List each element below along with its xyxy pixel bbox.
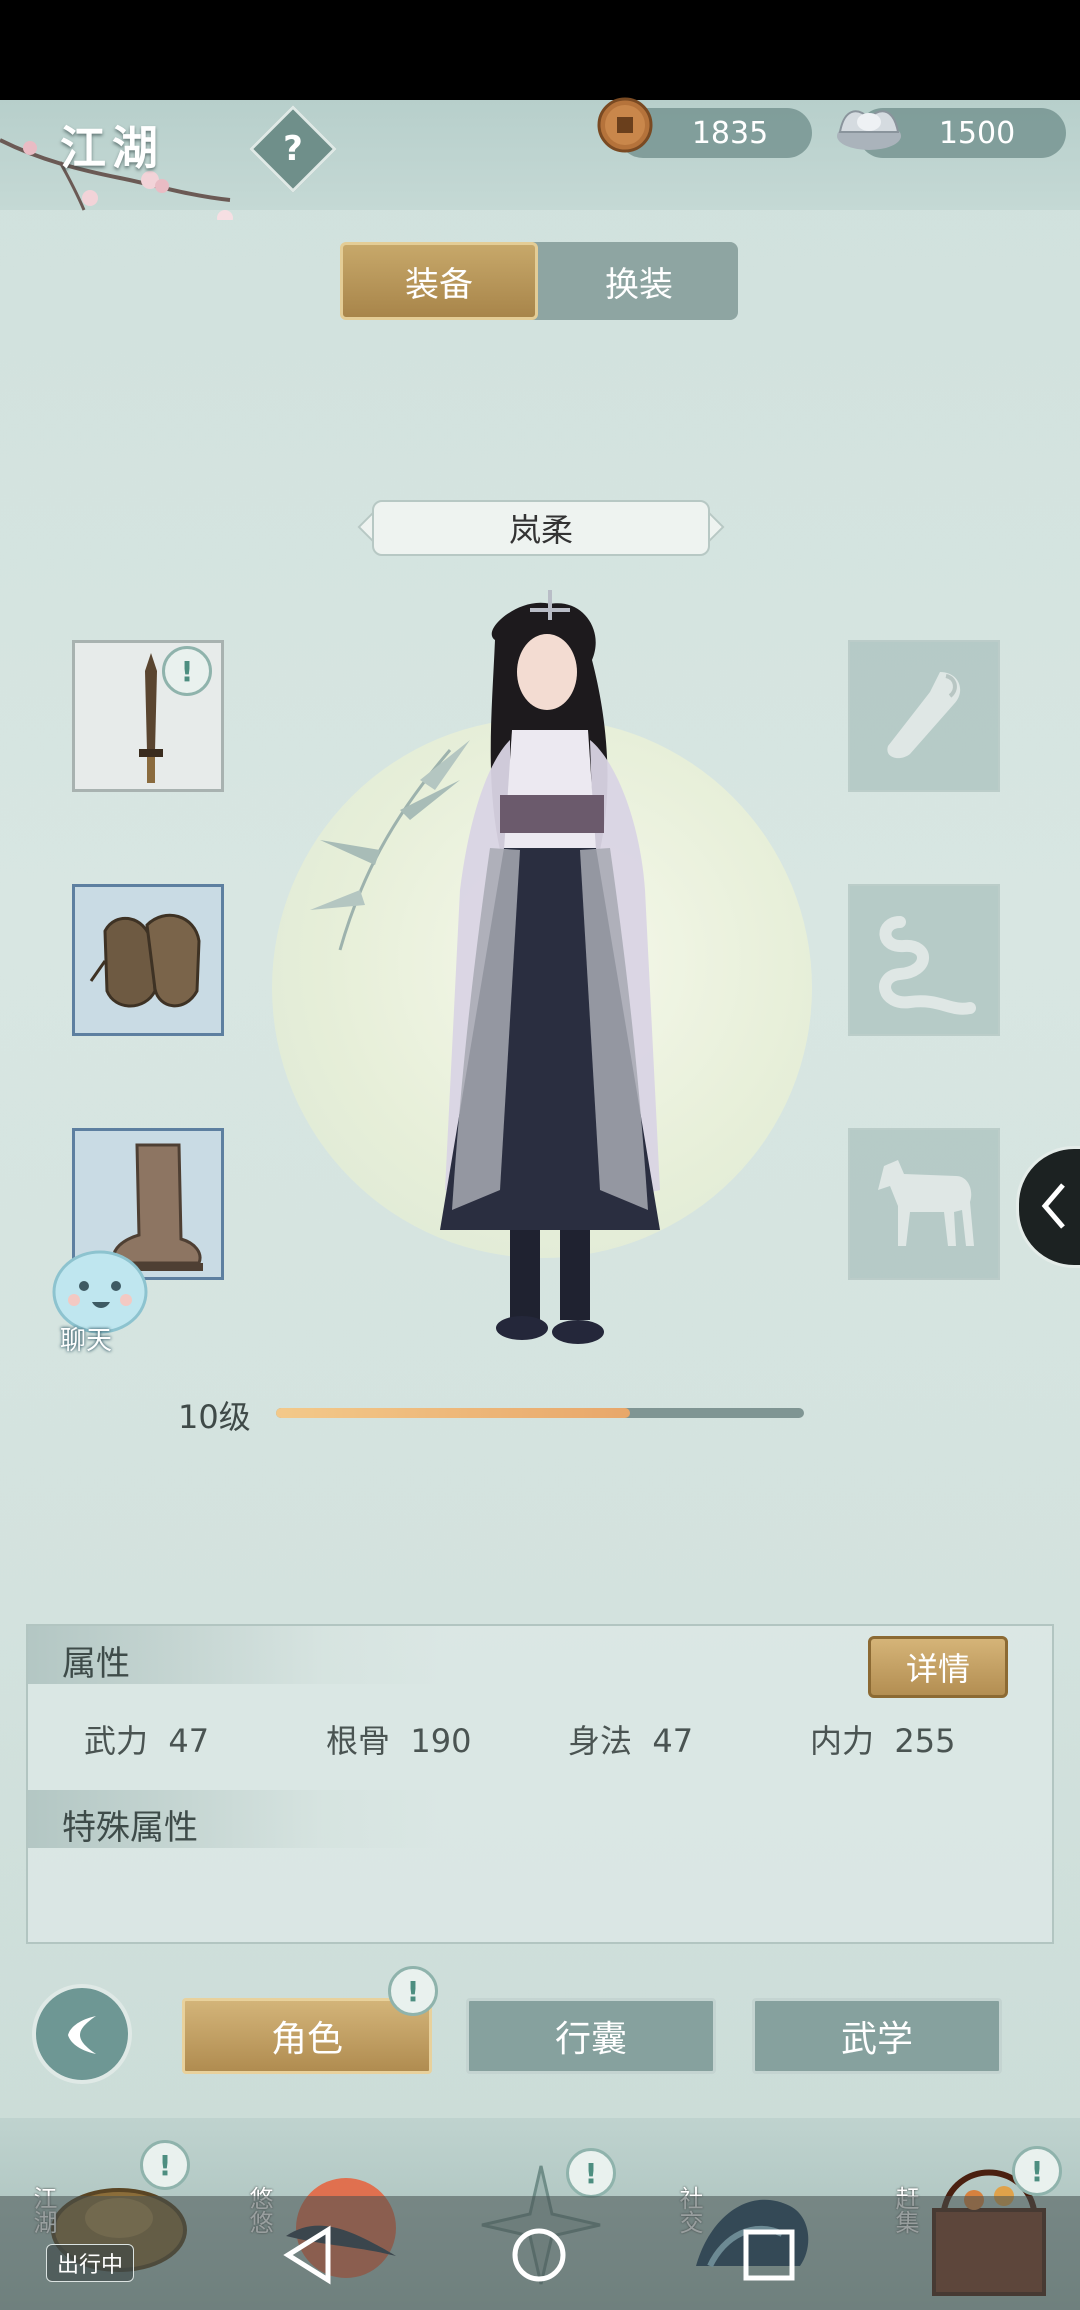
nav-character[interactable]: 角色 (182, 1998, 432, 2074)
exp-progress-fill (276, 1408, 630, 1418)
character-model[interactable] (400, 590, 700, 1380)
chat-label[interactable]: 聊天 (60, 1320, 112, 1357)
compass-alert-icon: ! (566, 2148, 616, 2198)
copper-coin-value: 1835 (691, 115, 769, 151)
tab-outfit[interactable]: 换装 (540, 242, 738, 320)
accessory-slot[interactable] (848, 640, 1000, 792)
horse-icon (878, 1160, 974, 1246)
nav-martial-arts[interactable]: 武学 (752, 1998, 1002, 2074)
copper-coin-icon (597, 97, 653, 153)
silver-value: 1500 (938, 115, 1016, 151)
special-attributes-header: 特殊属性 (28, 1790, 448, 1848)
gloves-icon (89, 913, 201, 1008)
back-button[interactable] (32, 1984, 132, 2084)
status-bar (0, 0, 1080, 100)
system-recents-icon[interactable] (734, 2220, 804, 2290)
scroll-icon (887, 672, 961, 759)
back-arrow-icon (68, 2016, 96, 2054)
silver-ingot-icon (837, 110, 901, 150)
jianghu-status-label: 出行中 (46, 2244, 135, 2282)
stat-agility: 身法 47 (568, 1722, 694, 1760)
attributes-panel: 属性 详情 武力 47 根骨 190 身法 47 内力 255 特殊属性 (26, 1624, 1054, 1944)
trinket-slot[interactable] (848, 884, 1000, 1036)
system-back-icon[interactable] (274, 2220, 344, 2290)
stat-constitution: 根骨 190 (326, 1722, 472, 1760)
stat-inner-power: 内力 255 (810, 1722, 956, 1760)
character-name: 岚柔 (372, 500, 710, 556)
stat-strength: 武力 47 (84, 1722, 210, 1760)
exp-progress-bar (276, 1408, 804, 1418)
attributes-title: 属性 (62, 1644, 130, 1684)
weapon-alert-icon: ! (162, 646, 212, 696)
tab-equip[interactable]: 装备 (340, 242, 538, 320)
side-panel-toggle[interactable] (1016, 1146, 1080, 1268)
gloves-slot[interactable] (72, 884, 224, 1036)
top-bar: 江湖 ? 1835 1500 (0, 97, 1080, 220)
help-icon[interactable]: ? (262, 118, 324, 180)
special-attributes-title: 特殊属性 (62, 1808, 198, 1848)
system-home-icon[interactable] (504, 2220, 574, 2290)
mount-slot[interactable] (848, 1128, 1000, 1280)
level-label: 10级 (178, 1398, 251, 1436)
character-alert-icon: ! (388, 1966, 438, 2016)
nav-bag[interactable]: 行囊 (466, 1998, 716, 2074)
cloud-ornament-icon (879, 916, 976, 1015)
market-alert-icon: ! (1012, 2146, 1062, 2196)
chevron-left-icon (1041, 1183, 1065, 1229)
region-title: 江湖 (60, 121, 164, 175)
attributes-header: 属性 (28, 1626, 448, 1684)
details-button[interactable]: 详情 (868, 1636, 1008, 1698)
equip-outfit-tabs: 装备 换装 (340, 242, 738, 320)
jianghu-alert-icon: ! (140, 2140, 190, 2190)
